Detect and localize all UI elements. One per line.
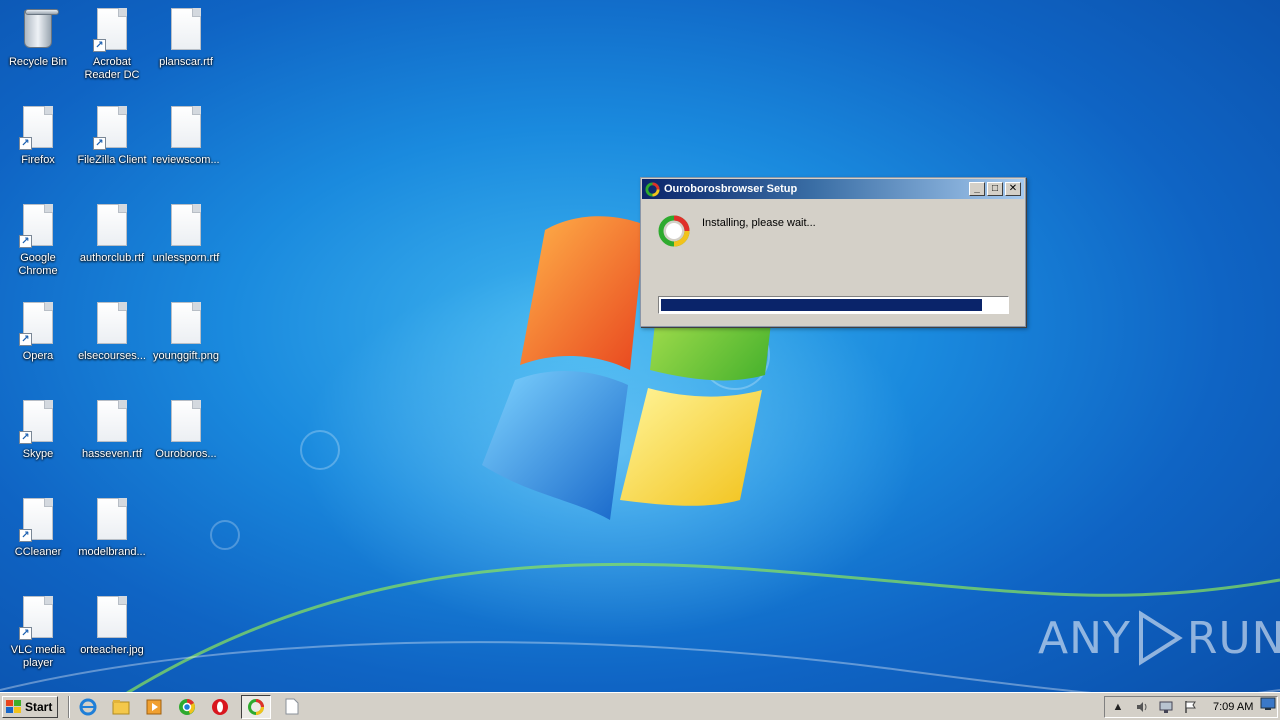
taskbar: Start ▲ 7:09 AM: [0, 692, 1280, 720]
desktop-icon-skype[interactable]: ↗ Skype: [0, 400, 76, 461]
install-status-text: Installing, please wait...: [702, 217, 816, 229]
windows-flag-icon: [6, 699, 21, 713]
play-icon: [1138, 610, 1183, 666]
desktop-icon-label: VLC media player: [10, 644, 66, 669]
system-tray: ▲ 7:09 AM: [1104, 696, 1278, 718]
show-desktop-icon[interactable]: [1260, 697, 1276, 714]
file-icon: [169, 400, 203, 444]
speaker-icon[interactable]: [1135, 700, 1149, 714]
file-icon: [169, 8, 203, 52]
shortcut-file-icon: ↗: [19, 204, 55, 248]
shortcut-file-icon: ↗: [19, 106, 55, 150]
explorer-icon[interactable]: [109, 695, 133, 719]
desktop-icon-label: authorclub.rtf: [79, 252, 145, 264]
file-icon: [95, 498, 129, 542]
desktop-icon-label: Google Chrome: [18, 252, 58, 277]
wallpaper-bubble: [300, 430, 340, 470]
desktop-icon-label: FileZilla Client: [77, 154, 147, 166]
desktop-icon-reviewscom[interactable]: reviewscom...: [148, 106, 224, 167]
shortcut-file-icon: ↗: [93, 106, 129, 150]
close-button[interactable]: ✕: [1005, 182, 1021, 196]
desktop-icon-elsecourses[interactable]: elsecourses...: [74, 302, 150, 363]
desktop-icon-label: Recycle Bin: [8, 56, 68, 68]
shortcut-file-icon: ↗: [19, 302, 55, 346]
desktop-icon-google-chrome[interactable]: ↗ Google Chrome: [0, 204, 76, 278]
ouroboros-icon: [658, 215, 690, 247]
desktop-icon-label: Ouroboros...: [155, 448, 217, 460]
desktop-icon-ouroboros[interactable]: Ouroboros...: [148, 400, 224, 461]
maximize-button[interactable]: □: [987, 182, 1003, 196]
desktop-icon-vlc-media-player[interactable]: ↗ VLC media player: [0, 596, 76, 670]
desktop-icon-label: modelbrand...: [78, 546, 146, 558]
watermark-text-any: ANY: [1038, 612, 1131, 664]
chrome-icon[interactable]: [175, 695, 199, 719]
desktop-icon-opera[interactable]: ↗ Opera: [0, 302, 76, 363]
ie-icon[interactable]: [76, 695, 100, 719]
file-icon: [95, 596, 129, 640]
shortcut-file-icon: ↗: [93, 8, 129, 52]
file-icon: [169, 302, 203, 346]
desktop-icon-younggift-png[interactable]: younggift.png: [148, 302, 224, 363]
document-icon[interactable]: [280, 695, 304, 719]
desktop-icon-label: elsecourses...: [78, 350, 146, 362]
file-icon: [95, 400, 129, 444]
desktop-icon-label: reviewscom...: [152, 154, 220, 166]
desktop-icon-orteacher-jpg[interactable]: orteacher.jpg: [74, 596, 150, 657]
desktop-icon-acrobat-reader-dc[interactable]: ↗ Acrobat Reader DC: [74, 8, 150, 82]
file-icon: [169, 106, 203, 150]
start-label: Start: [25, 699, 53, 714]
wallpaper-bubble: [210, 520, 240, 550]
start-button[interactable]: Start: [2, 695, 59, 718]
desktop-icon-authorclub-rtf[interactable]: authorclub.rtf: [74, 204, 150, 265]
dialog-body: Installing, please wait...: [641, 200, 1025, 327]
desktop-icon-recycle-bin[interactable]: Recycle Bin: [0, 8, 76, 69]
desktop-icon-firefox[interactable]: ↗ Firefox: [0, 106, 76, 167]
desktop-icon-label: Skype: [22, 448, 54, 460]
recycle-bin-icon: [21, 8, 59, 52]
flag-icon[interactable]: [1183, 700, 1197, 714]
desktop-icon-hasseven-rtf[interactable]: hasseven.rtf: [74, 400, 150, 461]
setup-dialog: Ouroborosbrowser Setup _ □ ✕ Installing,…: [640, 177, 1026, 327]
shortcut-file-icon: ↗: [19, 596, 55, 640]
desktop-icon-label: orteacher.jpg: [80, 644, 144, 656]
desktop-icon-filezilla-client[interactable]: ↗ FileZilla Client: [74, 106, 150, 167]
desktop-icon-label: Opera: [22, 350, 54, 362]
dialog-titlebar[interactable]: Ouroborosbrowser Setup _ □ ✕: [642, 179, 1024, 199]
minimize-button[interactable]: _: [969, 182, 985, 196]
file-icon: [95, 204, 129, 248]
dialog-title: Ouroborosbrowser Setup: [664, 183, 798, 195]
taskbar-separator: [68, 695, 71, 718]
progress-fill: [661, 299, 982, 311]
media-player-icon[interactable]: [142, 695, 166, 719]
desktop-icon-label: unlessporn.rtf: [152, 252, 220, 264]
desktop-icon-label: Firefox: [21, 154, 55, 166]
desktop-icon-modelbrand[interactable]: modelbrand...: [74, 498, 150, 559]
desktop-icon-label: planscar.rtf: [159, 56, 213, 68]
desktop-icon-ccleaner[interactable]: ↗ CCleaner: [0, 498, 76, 559]
desktop-icon-label: younggift.png: [152, 350, 220, 362]
shortcut-file-icon: ↗: [19, 400, 55, 444]
desktop-icon-label: hasseven.rtf: [82, 448, 142, 460]
desktop-icon-label: CCleaner: [14, 546, 62, 558]
network-icon[interactable]: [1159, 700, 1173, 714]
opera-icon[interactable]: [208, 695, 232, 719]
ouroboros-setup-icon[interactable]: [241, 694, 272, 719]
desktop-icon-planscar-rtf[interactable]: planscar.rtf: [148, 8, 224, 69]
chevron-up-icon[interactable]: ▲: [1111, 700, 1125, 714]
desktop-icon-label: Acrobat Reader DC: [84, 56, 140, 81]
clock[interactable]: 7:09 AM: [1213, 701, 1253, 713]
ouroboros-icon: [645, 181, 660, 197]
anyrun-watermark: ANY RUN: [1038, 610, 1280, 666]
shortcut-file-icon: ↗: [19, 498, 55, 542]
watermark-text-run: RUN: [1186, 612, 1280, 664]
install-progress-bar: [658, 296, 1009, 314]
file-icon: [95, 302, 129, 346]
desktop-icon-unlessporn-rtf[interactable]: unlessporn.rtf: [148, 204, 224, 265]
file-icon: [169, 204, 203, 248]
